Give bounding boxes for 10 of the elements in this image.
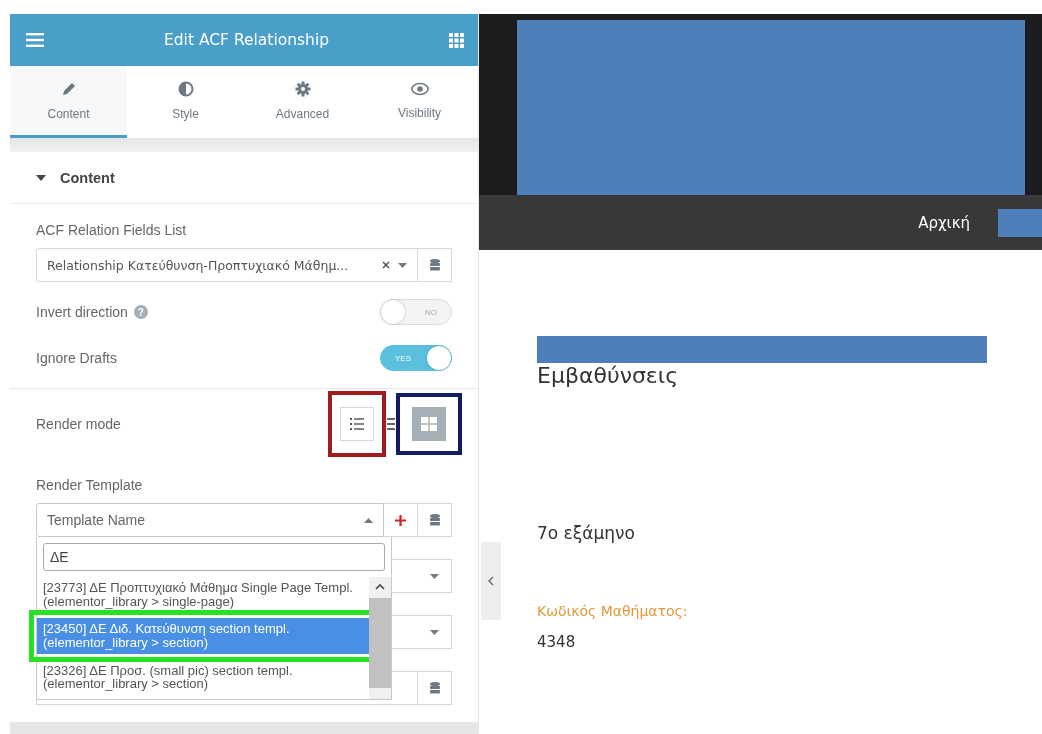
field-label: Render mode (36, 416, 121, 432)
semester-text: 7ο εξάμηνο (537, 523, 636, 543)
field-label: ACF Relation Fields List (36, 222, 188, 238)
field-label: Render Template (36, 477, 144, 493)
toggle-label: Invert direction (36, 304, 128, 320)
page-heading: Εμβαθύνσεις (537, 363, 680, 388)
course-code-label: Κωδικός Μαθήματος: (537, 603, 689, 619)
panel-title: Edit ACF Relationship (163, 31, 330, 49)
toggle-label: Ignore Drafts (36, 350, 117, 366)
course-code: 4348 (537, 633, 577, 651)
